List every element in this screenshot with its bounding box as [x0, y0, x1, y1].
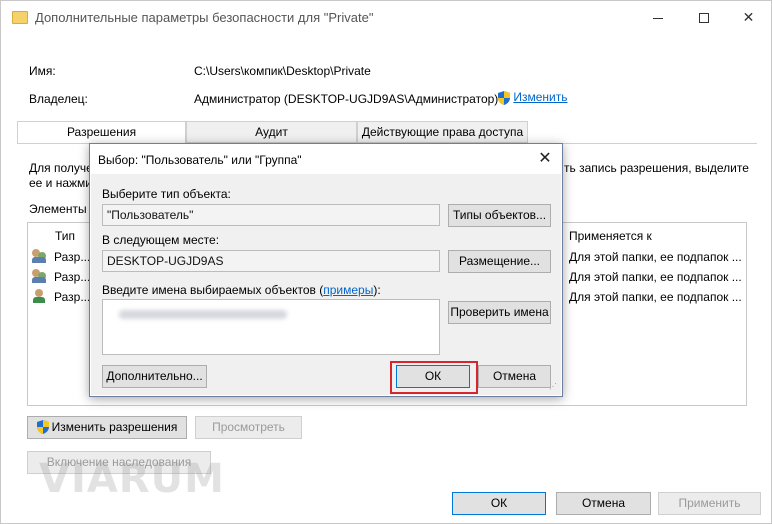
name-value: C:\Users\компик\Desktop\Private [194, 64, 371, 78]
object-types-button[interactable]: Типы объектов... [448, 204, 551, 227]
owner-change-link[interactable]: Изменить [513, 90, 567, 104]
tab-permissions[interactable]: Разрешения [17, 121, 186, 144]
object-names-input[interactable] [102, 299, 440, 355]
uac-shield-icon [498, 90, 510, 105]
owner-value: Администратор (DESKTOP-UGJD9AS\Администр… [194, 92, 499, 106]
column-header-type[interactable]: Тип [55, 229, 75, 243]
user-group-icon [32, 249, 46, 263]
tab-audit[interactable]: Аудит [186, 121, 357, 143]
dialog-close-button[interactable]: ✕ [530, 148, 560, 170]
watermark: VIARUM [39, 456, 225, 502]
folder-icon [12, 11, 28, 24]
owner-change-link-wrap[interactable]: Изменить [498, 90, 567, 105]
blurred-entered-name [119, 310, 287, 319]
names-label-prefix: Введите имена выбираемых объектов ( [102, 283, 324, 297]
dialog-title: Выбор: "Пользователь" или "Группа" [98, 153, 302, 167]
intro-text-line2-left: ее и нажми [29, 176, 92, 190]
object-type-field: "Пользователь" [102, 204, 440, 226]
location-label: В следующем месте: [102, 233, 220, 247]
check-names-button[interactable]: Проверить имена [448, 301, 551, 324]
list-item-type: Разр... [54, 250, 91, 264]
name-label: Имя: [29, 64, 56, 78]
tab-effective-access[interactable]: Действующие права доступа [357, 121, 528, 143]
close-icon: ✕ [538, 150, 552, 167]
resize-grip-icon[interactable]: ⋰ [549, 382, 559, 392]
footer-cancel-button[interactable]: Отмена [556, 492, 651, 515]
close-button[interactable]: ✕ [726, 1, 771, 35]
list-item-applies: Для этой папки, ее подпапок ... [569, 290, 742, 304]
intro-text-line1-right: ть запись разрешения, выделите [564, 161, 749, 175]
list-item-type: Разр... [54, 290, 91, 304]
intro-text-line1-left: Для получе [29, 161, 93, 175]
close-icon: ✕ [742, 9, 755, 25]
maximize-icon [698, 13, 709, 24]
change-permissions-button[interactable]: Изменить разрешения [27, 416, 187, 439]
object-type-label: Выберите тип объекта: [102, 187, 231, 201]
view-button[interactable]: Просмотреть [195, 416, 302, 439]
uac-shield-icon [36, 419, 49, 434]
names-label-suffix: ): [373, 283, 381, 297]
minimize-button[interactable] [635, 1, 680, 35]
owner-label: Владелец: [29, 92, 88, 106]
advanced-button[interactable]: Дополнительно... [102, 365, 207, 388]
window-title: Дополнительные параметры безопасности дл… [35, 10, 374, 25]
dialog-cancel-button[interactable]: Отмена [478, 365, 551, 388]
user-group-icon [32, 269, 46, 283]
column-header-applies[interactable]: Применяется к [569, 229, 652, 243]
user-icon [32, 289, 46, 303]
maximize-button[interactable] [681, 1, 726, 35]
examples-link[interactable]: примеры [323, 283, 373, 297]
minimize-icon [652, 17, 663, 19]
window-titlebar: Дополнительные параметры безопасности дл… [1, 1, 771, 35]
change-permissions-label: Изменить разрешения [51, 420, 178, 434]
select-user-dialog: Выбор: "Пользователь" или "Группа" ✕ Выб… [89, 143, 563, 397]
location-button[interactable]: Размещение... [448, 250, 551, 273]
list-item-applies: Для этой папки, ее подпапок ... [569, 250, 742, 264]
location-field: DESKTOP-UGJD9AS [102, 250, 440, 272]
footer-apply-button[interactable]: Применить [658, 492, 761, 515]
list-item-type: Разр... [54, 270, 91, 284]
dialog-body: Выберите тип объекта: "Пользователь" Тип… [91, 174, 561, 395]
names-label: Введите имена выбираемых объектов (приме… [102, 283, 381, 297]
footer-ok-button[interactable]: ОК [452, 492, 546, 515]
ok-button-highlight [390, 361, 478, 394]
list-item-applies: Для этой папки, ее подпапок ... [569, 270, 742, 284]
elements-label: Элементы р [29, 202, 97, 216]
